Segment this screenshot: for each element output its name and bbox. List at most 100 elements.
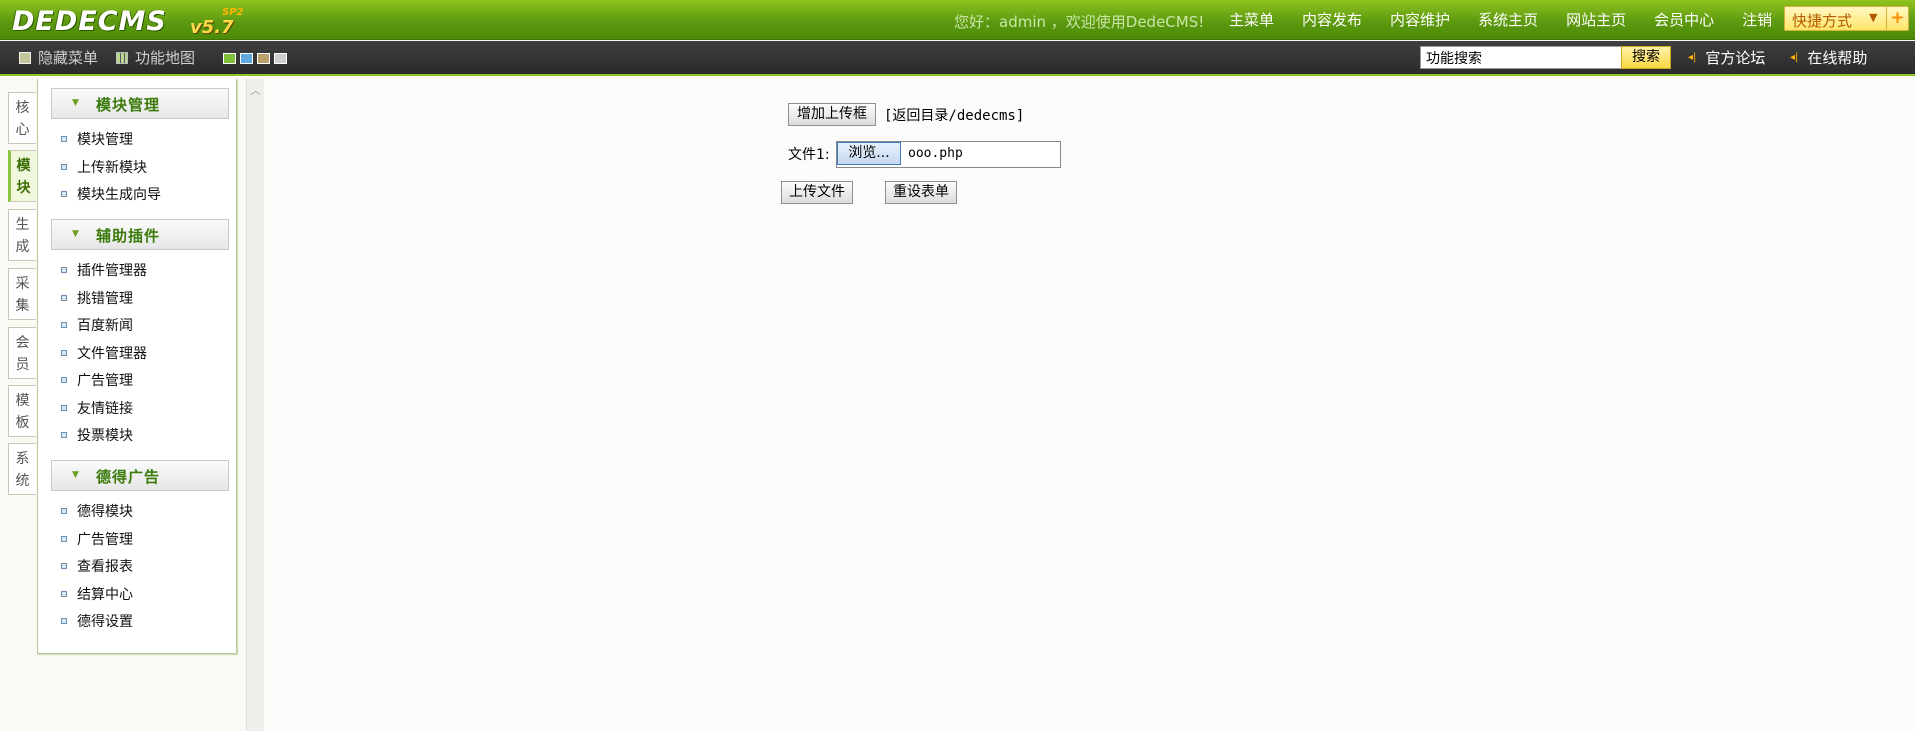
bullet-icon [61, 267, 67, 273]
sidebar-item-upload-new-module[interactable]: 上传新模块 [61, 157, 147, 177]
tab-core[interactable]: 核心 [8, 92, 36, 144]
sidebar-item-view-reports[interactable]: 查看报表 [61, 556, 133, 576]
function-map-label: 功能地图 [135, 49, 196, 67]
chevron-down-icon: ▼ [1869, 11, 1878, 24]
collapse-arrow-icon: ▼ [72, 229, 79, 239]
sidebar-item-dede-settings[interactable]: 德得设置 [61, 611, 133, 631]
official-forum-label: 官方论坛 [1705, 49, 1766, 67]
menu-item-label: 广告管理 [77, 532, 133, 548]
menu-item-label: 模块管理 [77, 132, 133, 148]
speaker-icon: ◂| [1688, 52, 1697, 63]
add-upload-field-button[interactable]: 增加上传框 [788, 103, 876, 126]
skin-green-swatch[interactable] [223, 53, 236, 64]
tab-system[interactable]: 系统 [8, 443, 36, 495]
nav-main-menu[interactable]: 主菜单 [1215, 0, 1288, 40]
tab-member[interactable]: 会员 [8, 327, 36, 379]
tab-generate[interactable]: 生成 [8, 209, 36, 261]
group-title: 模块管理 [96, 96, 161, 114]
search-button[interactable]: 搜索 [1621, 46, 1671, 69]
menu-item-label: 查看报表 [77, 559, 133, 575]
skin-gray-swatch[interactable] [274, 53, 287, 64]
nav-logout[interactable]: 注销 [1728, 0, 1786, 40]
bullet-icon [61, 164, 67, 170]
skin-brown-swatch[interactable] [257, 53, 270, 64]
add-shortcut-icon[interactable]: + [1886, 6, 1908, 31]
nav-content-maintain[interactable]: 内容维护 [1376, 0, 1464, 40]
bullet-icon [61, 563, 67, 569]
shortcut-dropdown[interactable]: 快捷方式 ▼ + [1784, 6, 1909, 31]
upload-file-button[interactable]: 上传文件 [781, 181, 853, 204]
tab-template[interactable]: 模板 [8, 385, 36, 437]
bullet-icon [61, 591, 67, 597]
chevron-up-icon[interactable]: ︿ [250, 82, 261, 98]
function-search-input[interactable] [1420, 46, 1622, 69]
hide-menu-button[interactable]: 隐藏菜单 [19, 41, 98, 74]
nav-site-home[interactable]: 网站主页 [1552, 0, 1640, 40]
menu-item-label: 结算中心 [77, 587, 133, 603]
menu-item-label: 文件管理器 [77, 346, 147, 362]
group-header-plugins[interactable]: ▼ 辅助插件 [51, 219, 229, 250]
bullet-icon [61, 295, 67, 301]
sidebar-splitter[interactable]: ︿ [246, 79, 264, 731]
main-content: 增加上传框 [返回目录/dedecms] 文件1: 浏览... ooo.php … [265, 79, 1915, 731]
function-map-button[interactable]: 功能地图 [116, 41, 195, 74]
dedecms-logo[interactable]: DEDECMS v5.7 SP2 [10, 4, 244, 38]
bullet-icon [61, 432, 67, 438]
bullet-icon [61, 191, 67, 197]
top-header: DEDECMS v5.7 SP2 您好：admin ，欢迎使用DedeCMS! … [0, 0, 1915, 40]
official-forum-link[interactable]: ◂| 官方论坛 [1688, 41, 1765, 74]
sidebar-item-error-report[interactable]: 挑错管理 [61, 288, 133, 308]
sidebar-item-module-wizard[interactable]: 模块生成向导 [61, 184, 161, 204]
group-title: 德得广告 [96, 468, 161, 486]
browse-button[interactable]: 浏览... [837, 142, 901, 165]
menu-item-label: 插件管理器 [77, 263, 147, 279]
nav-member-center[interactable]: 会员中心 [1640, 0, 1728, 40]
group-header-module-management[interactable]: ▼ 模块管理 [51, 88, 229, 119]
hide-menu-icon [19, 51, 31, 64]
sidebar-item-friend-links[interactable]: 友情链接 [61, 398, 133, 418]
sidebar-item-dede-module[interactable]: 德得模块 [61, 501, 133, 521]
menu-item-label: 模块生成向导 [77, 187, 161, 203]
online-help-label: 在线帮助 [1807, 49, 1868, 67]
bullet-icon [61, 618, 67, 624]
collapse-arrow-icon: ▼ [72, 470, 79, 480]
logo-edition: SP2 [222, 7, 244, 18]
bullet-icon [61, 136, 67, 142]
bullet-icon [61, 322, 67, 328]
return-directory-link[interactable]: [返回目录/dedecms] [884, 105, 1024, 125]
sidebar-item-ad-management[interactable]: 广告管理 [61, 370, 133, 390]
file-field-label: 文件1: [788, 147, 830, 163]
nav-content-publish[interactable]: 内容发布 [1288, 0, 1376, 40]
logo-version: v5.7 [190, 17, 234, 38]
collapse-arrow-icon: ▼ [72, 98, 79, 108]
sidebar-item-settlement-center[interactable]: 结算中心 [61, 584, 133, 604]
tab-module[interactable]: 模块 [8, 150, 36, 202]
nav-system-home[interactable]: 系统主页 [1464, 0, 1552, 40]
sidebar-item-file-manager[interactable]: 文件管理器 [61, 343, 147, 363]
top-nav: 主菜单 内容发布 内容维护 系统主页 网站主页 会员中心 注销 [1215, 0, 1786, 40]
logo-text: DEDECMS [12, 6, 167, 37]
sidebar-item-ad-management-2[interactable]: 广告管理 [61, 529, 133, 549]
function-map-icon [116, 51, 128, 64]
sidebar-item-vote-module[interactable]: 投票模块 [61, 425, 133, 445]
menu-item-label: 德得设置 [77, 614, 133, 630]
menu-item-label: 百度新闻 [77, 318, 133, 334]
reset-form-button[interactable]: 重设表单 [885, 181, 957, 204]
sidebar-item-baidu-news[interactable]: 百度新闻 [61, 315, 133, 335]
skin-selector [223, 53, 287, 64]
group-header-dede-ads[interactable]: ▼ 德得广告 [51, 460, 229, 491]
bullet-icon [61, 536, 67, 542]
bullet-icon [61, 377, 67, 383]
hide-menu-label: 隐藏菜单 [38, 49, 99, 67]
speaker-icon: ◂| [1790, 52, 1799, 63]
menu-item-label: 挑错管理 [77, 291, 133, 307]
sidebar-item-module-management[interactable]: 模块管理 [61, 129, 133, 149]
sidebar-item-plugin-manager[interactable]: 插件管理器 [61, 260, 147, 280]
menu-item-label: 友情链接 [77, 401, 133, 417]
bullet-icon [61, 350, 67, 356]
menu-item-label: 德得模块 [77, 504, 133, 520]
online-help-link[interactable]: ◂| 在线帮助 [1790, 41, 1867, 74]
skin-blue-swatch[interactable] [240, 53, 253, 64]
tab-collect[interactable]: 采集 [8, 268, 36, 320]
bullet-icon [61, 405, 67, 411]
